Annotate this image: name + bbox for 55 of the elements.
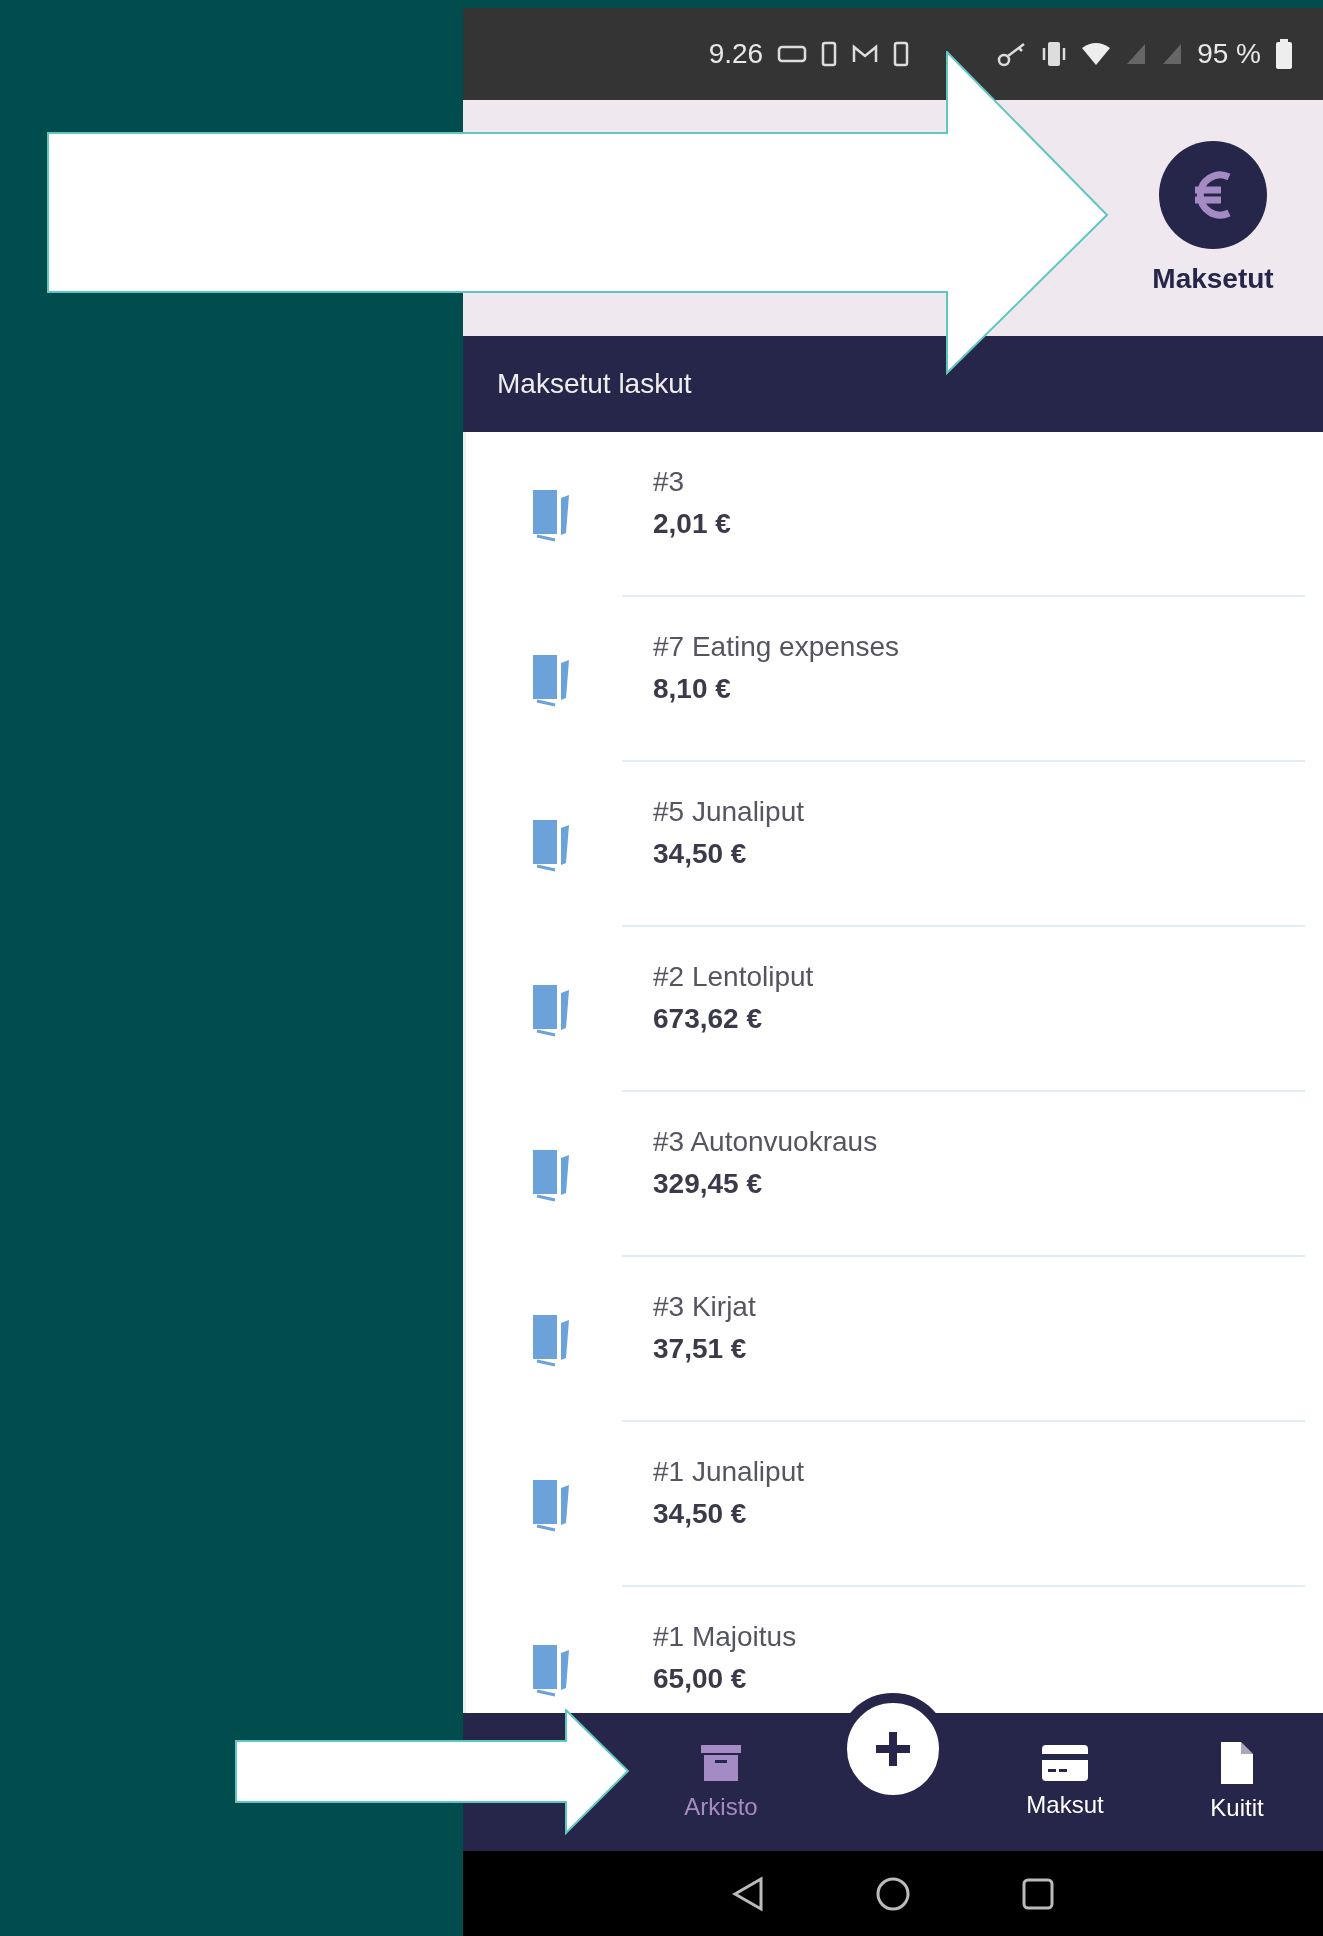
- invoice-amount: 34,50 €: [653, 837, 748, 870]
- battery-icon: [1275, 39, 1293, 69]
- invoice-title: #7 Eating expenses: [653, 630, 899, 663]
- status-time: 9.26: [708, 38, 764, 70]
- invoice-row[interactable]: #3 Kirjat 37,51 €: [466, 1257, 1323, 1422]
- invoice-title: #3: [653, 465, 686, 498]
- section-title: Maksetut laskut: [497, 368, 692, 400]
- receipt-icon: [531, 1147, 571, 1202]
- invoice-row[interactable]: #3 2,01 €: [466, 432, 1323, 597]
- nav-item[interactable]: Maksut: [979, 1713, 1151, 1851]
- tab[interactable]: Maksetut: [1133, 100, 1293, 336]
- recents-icon[interactable]: [1021, 1876, 1055, 1911]
- home-icon[interactable]: [875, 1875, 911, 1912]
- invoice-row[interactable]: #5 Junaliput 34,50 €: [466, 762, 1323, 927]
- back-icon[interactable]: [731, 1875, 765, 1912]
- invoice-amount: 34,50 €: [653, 1497, 748, 1530]
- invoice-amount: 329,45 €: [653, 1167, 763, 1200]
- invoice-row[interactable]: #7 Eating expenses 8,10 €: [466, 597, 1323, 762]
- receipt-icon: [531, 1477, 571, 1532]
- receipt-icon: [531, 1312, 571, 1367]
- nav-item[interactable]: Arkisto: [635, 1713, 807, 1851]
- invoice-row[interactable]: #3 Autonvuokraus 329,45 €: [466, 1092, 1323, 1257]
- keyboard-icon: [777, 45, 808, 63]
- document-icon: [1221, 1742, 1253, 1784]
- receipt-icon: [531, 487, 571, 542]
- plus-icon: [873, 1729, 913, 1769]
- invoice-title: #3 Autonvuokraus: [653, 1125, 878, 1158]
- receipt-icon: [531, 1642, 571, 1697]
- invoice-row[interactable]: #2 Lentoliput 673,62 €: [466, 927, 1323, 1092]
- invoice-title: #2 Lentoliput: [653, 960, 814, 993]
- receipt-icon: [531, 982, 571, 1037]
- invoice-title: #3 Kirjat: [653, 1290, 756, 1323]
- invoice-title: #1 Junaliput: [653, 1455, 804, 1488]
- invoice-amount: 37,51 €: [653, 1332, 748, 1365]
- phone-icon: [821, 41, 838, 67]
- euro-icon: [1159, 141, 1267, 249]
- invoice-title: #5 Junaliput: [653, 795, 804, 828]
- invoice-title: #1 Majoitus: [653, 1620, 797, 1653]
- archive-box-icon: [701, 1743, 741, 1783]
- vibrate-icon: [1041, 40, 1068, 68]
- battery-level: 95 %: [1197, 38, 1261, 70]
- invoice-amount: 2,01 €: [653, 507, 731, 540]
- nav-item[interactable]: Kuitit: [1151, 1713, 1323, 1851]
- invoice-amount: 673,62 €: [653, 1002, 763, 1035]
- receipt-icon: [531, 652, 571, 707]
- credit-card-icon: [1042, 1745, 1088, 1781]
- receipt-icon: [531, 817, 571, 872]
- invoice-row[interactable]: #1 Junaliput 34,50 €: [466, 1422, 1323, 1587]
- no-signal-icon: [1161, 42, 1184, 66]
- invoice-amount: 65,00 €: [653, 1662, 748, 1695]
- phone-icon: [893, 41, 910, 67]
- mail-icon: [851, 44, 880, 64]
- no-signal-icon: [1125, 42, 1148, 66]
- wifi-icon: [1081, 42, 1112, 66]
- invoice-amount: 8,10 €: [653, 672, 732, 705]
